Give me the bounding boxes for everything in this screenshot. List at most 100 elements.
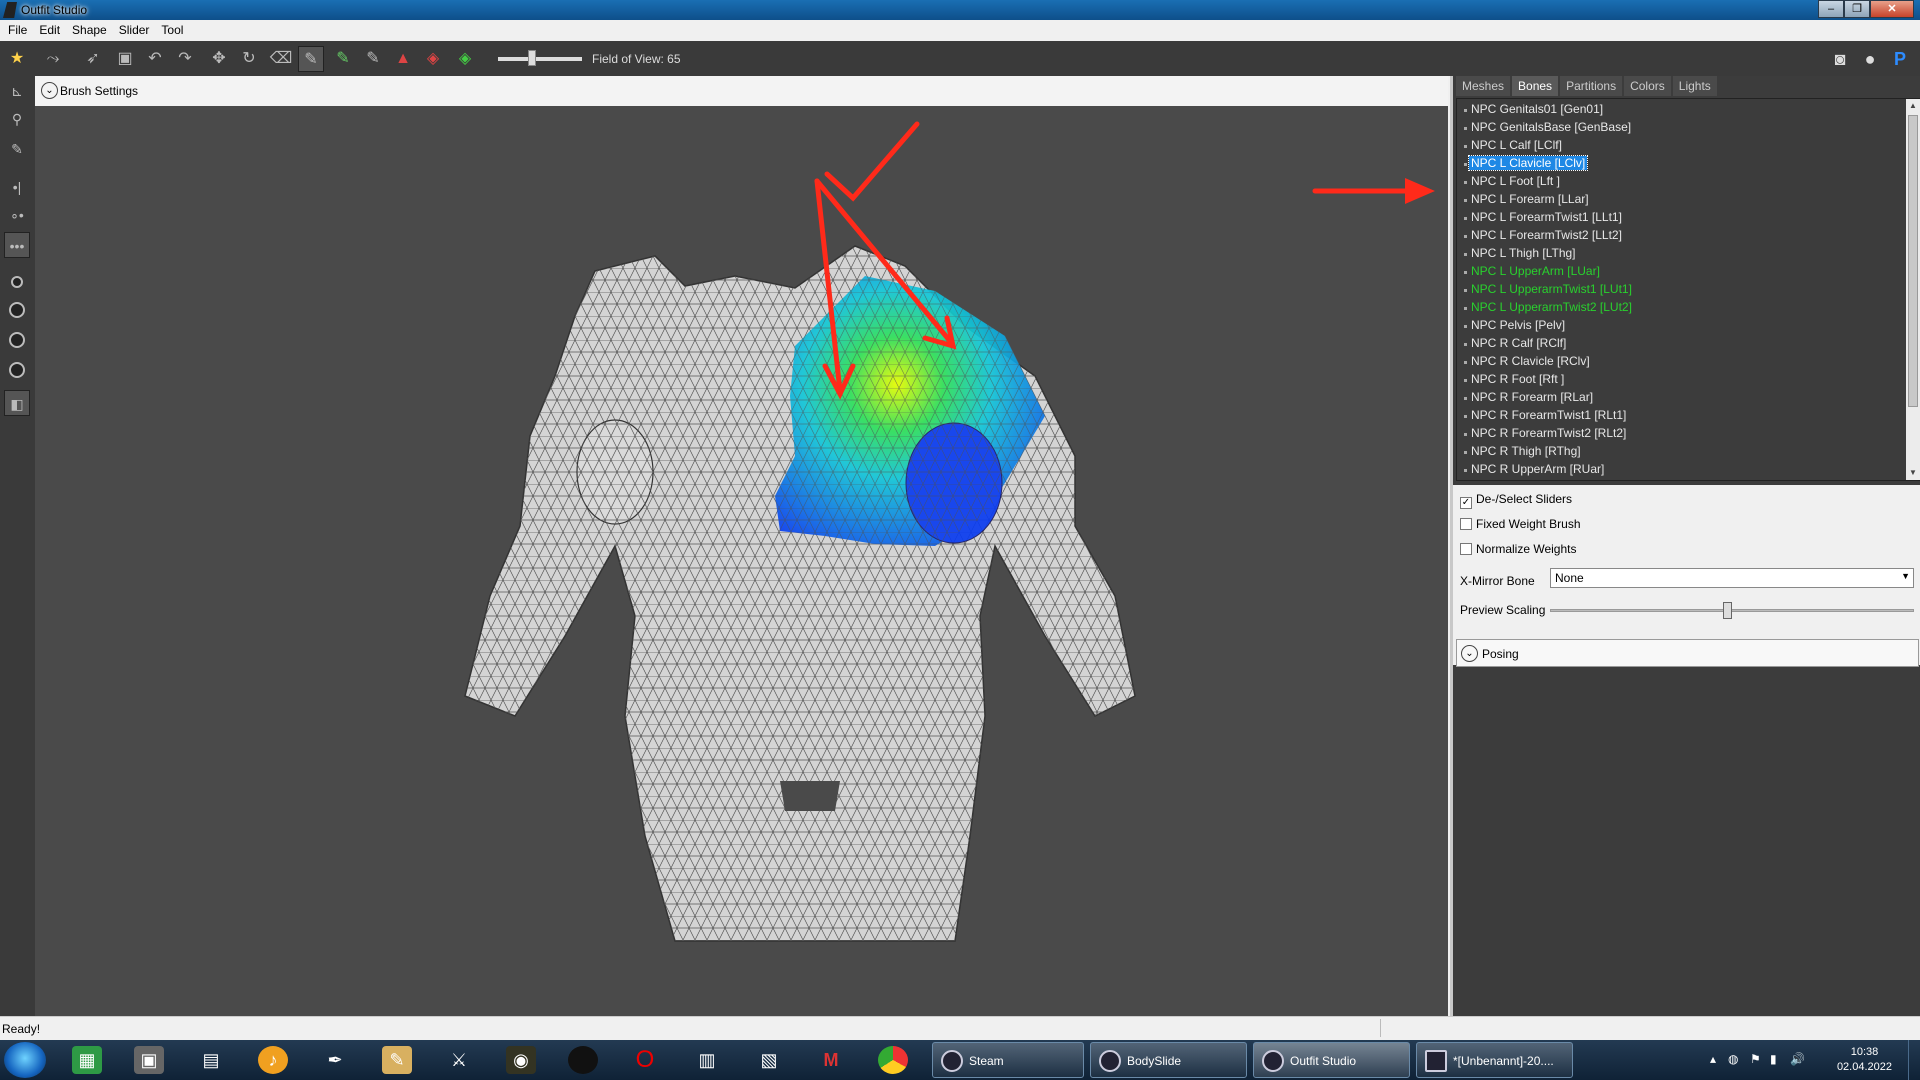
brush-falloff-icon[interactable]: ••• xyxy=(4,232,30,258)
color-brush-icon[interactable]: ✎ xyxy=(330,46,356,72)
bone-list-item[interactable]: NPC L Forearm [LLar] xyxy=(1464,192,1591,210)
minimize-button[interactable]: – xyxy=(1818,0,1844,18)
pin-icon[interactable]: ⚲ xyxy=(4,106,30,132)
axis-icon[interactable]: ⊾ xyxy=(4,78,30,104)
bone-list-item[interactable]: NPC L Foot [Lft ] xyxy=(1464,174,1562,192)
mx-app-icon[interactable]: M xyxy=(816,1046,846,1074)
game-launcher-icon[interactable]: ◉ xyxy=(506,1046,536,1074)
menu-file[interactable]: File xyxy=(8,20,34,41)
normalize-weights-checkbox[interactable]: Normalize Weights xyxy=(1460,542,1576,556)
preview-scaling-slider[interactable] xyxy=(1550,609,1914,612)
texture-mode-icon[interactable] xyxy=(4,360,30,386)
network-icon[interactable]: ▮ xyxy=(1770,1052,1777,1066)
bone-list[interactable]: NPC Genitals01 [Gen01] NPC GenitalsBase [… xyxy=(1456,98,1920,481)
tab-partitions[interactable]: Partitions xyxy=(1560,76,1623,96)
preview-scaling-thumb[interactable] xyxy=(1723,602,1732,619)
chevron-down-icon[interactable]: ⌄ xyxy=(1461,645,1478,662)
close-button[interactable]: ✕ xyxy=(1870,0,1914,18)
bone-list-item[interactable]: NPC R Foot [Rft ] xyxy=(1463,372,1566,390)
bone-list-item[interactable]: NPC R Calf [RClf] xyxy=(1463,336,1568,354)
music-player-icon[interactable]: ♪ xyxy=(258,1046,288,1074)
tab-colors[interactable]: Colors xyxy=(1624,76,1671,96)
checkbox-icon[interactable] xyxy=(1460,518,1472,530)
redo-icon[interactable]: ↷ xyxy=(172,46,198,72)
bone-list-item[interactable]: NPC L Clavicle [LClv] xyxy=(1463,155,1589,174)
dark-circle-app-icon[interactable] xyxy=(568,1046,598,1074)
pencil-icon[interactable]: ✎ xyxy=(4,136,30,162)
bone-list-item[interactable]: NPC R Clavicle [RClv] xyxy=(1464,354,1592,372)
x-mirror-bone-select[interactable]: None ▼ xyxy=(1550,568,1914,588)
bone-list-item[interactable]: NPC L UpperArm [LUar] xyxy=(1464,264,1602,282)
select-tool-icon[interactable]: ➶ xyxy=(80,46,106,72)
bone-list-item[interactable]: NPC R ForearmTwist1 [RLt1] xyxy=(1463,408,1628,426)
collision-icon[interactable]: ▲ xyxy=(390,46,416,72)
bodyslide-icon[interactable]: ⤳ xyxy=(40,46,66,72)
dropdown-arrow-icon[interactable]: ▼ xyxy=(1901,571,1910,581)
task-outfit-studio[interactable]: Outfit Studio xyxy=(1253,1042,1410,1078)
cube-icon[interactable]: ◧ xyxy=(4,390,30,416)
rotate-tool-icon[interactable]: ↻ xyxy=(236,46,262,72)
tab-bones[interactable]: Bones xyxy=(1512,76,1559,96)
menu-shape[interactable]: Shape xyxy=(72,20,114,41)
undo-icon[interactable]: ↶ xyxy=(142,46,168,72)
bone-list-item[interactable]: NPC L ForearmTwist2 [LLt2] xyxy=(1464,228,1624,246)
bone-list-item[interactable]: NPC L Calf [LClf] xyxy=(1464,138,1564,156)
bone-list-item[interactable]: NPC L ForearmTwist1 [LLt1] xyxy=(1464,210,1624,228)
paypal-icon[interactable]: P xyxy=(1888,47,1912,71)
field-of-view-slider[interactable] xyxy=(498,57,582,61)
tray-expand-icon[interactable]: ▴ xyxy=(1710,1052,1716,1066)
tab-lights[interactable]: Lights xyxy=(1672,76,1717,96)
bone-list-item[interactable]: NPC L UpperarmTwist2 [LUt2] xyxy=(1464,300,1634,318)
explorer-icon[interactable]: ▤ xyxy=(196,1046,226,1074)
clock[interactable]: 10:38 02.04.2022 xyxy=(1837,1045,1892,1075)
fixed-weight-brush-checkbox[interactable]: Fixed Weight Brush xyxy=(1460,517,1581,531)
feather-app-icon[interactable]: ✒ xyxy=(320,1046,350,1074)
flag-icon[interactable]: ⚑ xyxy=(1750,1052,1761,1066)
steam-tray-icon[interactable]: ◍ xyxy=(1728,1052,1738,1066)
vertex-mode-icon[interactable] xyxy=(4,270,30,296)
maximize-button[interactable]: ❐ xyxy=(1844,0,1870,18)
field-of-view-slider-thumb[interactable] xyxy=(528,50,536,66)
eraser-tool-icon[interactable]: ⌫ xyxy=(268,46,294,72)
brush-strength-icon[interactable]: ∘• xyxy=(4,202,30,228)
discord-icon[interactable]: ◙ xyxy=(1828,47,1852,71)
transform-tool-icon[interactable]: ▣ xyxy=(112,46,138,72)
github-icon[interactable]: ● xyxy=(1858,47,1882,71)
bone-list-item[interactable]: NPC L UpperarmTwist1 [LUt1] xyxy=(1464,282,1634,300)
menu-tool[interactable]: Tool xyxy=(161,20,190,41)
brush-settings-header[interactable]: ⌄ Brush Settings xyxy=(35,76,1448,106)
brush-size-small-icon[interactable]: •| xyxy=(4,174,30,200)
bone-list-item[interactable]: NPC R ForearmTwist2 [RLt2] xyxy=(1463,426,1628,444)
bone-list-item[interactable]: NPC Pelvis [Pelv] xyxy=(1463,318,1567,336)
bone-list-item[interactable]: NPC GenitalsBase [GenBase] xyxy=(1463,120,1633,138)
bone-list-item[interactable]: NPC Genitals01 [Gen01] xyxy=(1463,102,1605,120)
checkbox-checked-icon[interactable]: ✓ xyxy=(1460,497,1472,509)
bone-list-item[interactable]: NPC R UpperArm [RUar] xyxy=(1463,462,1606,480)
inflate-icon[interactable]: ◈ xyxy=(420,46,446,72)
spreadsheet-app-icon[interactable]: ▦ xyxy=(72,1046,102,1074)
chrome-browser-icon[interactable] xyxy=(878,1046,908,1074)
menu-slider[interactable]: Slider xyxy=(119,20,157,41)
window-app-icon[interactable]: ▥ xyxy=(692,1046,722,1074)
start-button[interactable] xyxy=(4,1042,46,1078)
menu-edit[interactable]: Edit xyxy=(39,20,67,41)
scroll-down-arrow-icon[interactable]: ▼ xyxy=(1906,466,1920,480)
bone-list-item[interactable]: NPC R Forearm [RLar] xyxy=(1463,390,1595,408)
opera-browser-icon[interactable]: O xyxy=(630,1046,660,1074)
sword-app-icon[interactable]: ⚔ xyxy=(444,1046,474,1074)
bone-list-item[interactable]: NPC L Thigh [LThg] xyxy=(1464,246,1578,264)
lighting-mode-icon[interactable] xyxy=(4,330,30,356)
chevron-down-icon[interactable]: ⌄ xyxy=(41,82,58,99)
task-steam[interactable]: Steam xyxy=(932,1042,1084,1078)
weight-brush-icon[interactable]: ✎ xyxy=(298,46,324,72)
task-bodyslide[interactable]: BodySlide xyxy=(1090,1042,1247,1078)
show-desktop-button[interactable] xyxy=(1908,1040,1920,1080)
tab-meshes[interactable]: Meshes xyxy=(1456,76,1511,96)
3d-viewport[interactable] xyxy=(35,76,1448,1016)
deflate-icon[interactable]: ◈ xyxy=(452,46,478,72)
scroll-app-icon[interactable]: ✎ xyxy=(382,1046,412,1074)
bodyslide-star-icon[interactable]: ★ xyxy=(4,46,30,72)
window-app-icon-2[interactable]: ▧ xyxy=(754,1046,784,1074)
alpha-brush-icon[interactable]: ✎ xyxy=(360,46,386,72)
media-app-icon[interactable]: ▣ xyxy=(134,1046,164,1074)
